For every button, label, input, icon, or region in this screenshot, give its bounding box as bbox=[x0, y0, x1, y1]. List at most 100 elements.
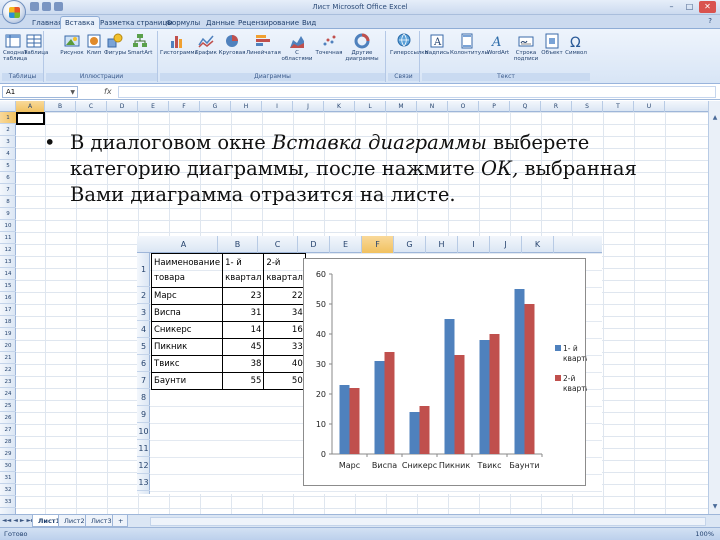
row-header-27[interactable]: 27 bbox=[0, 424, 16, 436]
column-header-d[interactable]: D bbox=[107, 101, 138, 112]
minimize-button[interactable]: – bbox=[663, 1, 680, 13]
column-header-f[interactable]: F bbox=[169, 101, 200, 112]
row-header-5[interactable]: 5 bbox=[0, 160, 16, 172]
row-header-21[interactable]: 21 bbox=[0, 352, 16, 364]
text-box-button[interactable]: A Надпись bbox=[424, 33, 450, 56]
table-button[interactable]: Таблица bbox=[24, 33, 48, 56]
name-box[interactable]: A1 ▼ bbox=[2, 86, 78, 98]
column-header-b[interactable]: B bbox=[45, 101, 76, 112]
shapes-button[interactable]: Фигуры bbox=[104, 33, 126, 56]
scatter-chart-button[interactable]: Точечная bbox=[314, 33, 344, 56]
column-header-l[interactable]: L bbox=[355, 101, 386, 112]
row-header-26[interactable]: 26 bbox=[0, 412, 16, 424]
column-header-m[interactable]: M bbox=[386, 101, 417, 112]
row-header-19[interactable]: 19 bbox=[0, 328, 16, 340]
row-header-28[interactable]: 28 bbox=[0, 436, 16, 448]
maximize-button[interactable]: □ bbox=[681, 1, 698, 13]
row-header-11[interactable]: 11 bbox=[0, 232, 16, 244]
column-header-a[interactable]: A bbox=[16, 101, 45, 112]
select-all-corner[interactable] bbox=[0, 101, 16, 112]
x-tick-label: Твикс bbox=[476, 461, 501, 470]
row-header-6[interactable]: 6 bbox=[0, 172, 16, 184]
help-icon[interactable]: ? bbox=[708, 17, 712, 25]
row-header-22[interactable]: 22 bbox=[0, 364, 16, 376]
bar-chart-button[interactable]: Линейчатая bbox=[246, 33, 281, 56]
office-button[interactable] bbox=[2, 0, 26, 24]
pie-chart-button[interactable]: Круговая bbox=[218, 33, 246, 56]
column-header-c[interactable]: C bbox=[76, 101, 107, 112]
signature-line-button[interactable]: Строка подписи bbox=[512, 33, 540, 62]
column-header-j[interactable]: J bbox=[293, 101, 324, 112]
row-header-20[interactable]: 20 bbox=[0, 340, 16, 352]
next-sheet-icon[interactable]: ► bbox=[20, 517, 25, 524]
close-button[interactable]: ✕ bbox=[699, 1, 716, 13]
active-cell[interactable] bbox=[16, 112, 45, 125]
row-header-12[interactable]: 12 bbox=[0, 244, 16, 256]
chevron-down-icon[interactable]: ▼ bbox=[70, 87, 75, 98]
tab-insert[interactable]: Вставка bbox=[60, 16, 100, 30]
header-footer-button[interactable]: Колонтитулы bbox=[450, 33, 489, 56]
hyperlink-button[interactable]: Гиперссылка bbox=[390, 33, 428, 56]
column-header-u[interactable]: U bbox=[634, 101, 665, 112]
column-header-q[interactable]: Q bbox=[510, 101, 541, 112]
line-chart-button[interactable]: График bbox=[194, 33, 218, 56]
zoom-level[interactable]: 100% bbox=[695, 530, 714, 538]
scroll-up-icon[interactable]: ▲ bbox=[710, 113, 720, 123]
column-header-p[interactable]: P bbox=[479, 101, 510, 112]
other-charts-button[interactable]: Другие диаграммы bbox=[344, 33, 380, 62]
row-header-30[interactable]: 30 bbox=[0, 460, 16, 472]
row-header-10[interactable]: 10 bbox=[0, 220, 16, 232]
column-header-o[interactable]: O bbox=[448, 101, 479, 112]
row-header-23[interactable]: 23 bbox=[0, 376, 16, 388]
column-header-k[interactable]: K bbox=[324, 101, 355, 112]
column-header-h[interactable]: H bbox=[231, 101, 262, 112]
insert-function-icon[interactable]: fx bbox=[104, 87, 112, 96]
wordart-button[interactable]: A WordArt bbox=[484, 33, 512, 56]
prev-sheet-icon[interactable]: ◄ bbox=[13, 517, 18, 524]
object-button[interactable]: Объект bbox=[540, 33, 564, 56]
row-header-32[interactable]: 32 bbox=[0, 484, 16, 496]
formula-input[interactable] bbox=[118, 86, 716, 98]
row-header-16[interactable]: 16 bbox=[0, 292, 16, 304]
row-header-13[interactable]: 13 bbox=[0, 256, 16, 268]
row-header-15[interactable]: 15 bbox=[0, 280, 16, 292]
row-header-4[interactable]: 4 bbox=[0, 148, 16, 160]
scroll-down-icon[interactable]: ▼ bbox=[710, 502, 720, 512]
column-header-e[interactable]: E bbox=[138, 101, 169, 112]
row-header-33[interactable]: 33 bbox=[0, 496, 16, 508]
pivot-table-button[interactable]: Сводная таблица bbox=[3, 33, 28, 62]
row-header-24[interactable]: 24 bbox=[0, 388, 16, 400]
column-header-s[interactable]: S bbox=[572, 101, 603, 112]
clip-button[interactable]: Клип bbox=[84, 33, 104, 56]
vertical-scrollbar[interactable]: ▲ ▼ bbox=[708, 101, 720, 514]
row-header-25[interactable]: 25 bbox=[0, 400, 16, 412]
insert-sheet-icon[interactable]: + bbox=[112, 515, 128, 527]
column-header-r[interactable]: R bbox=[541, 101, 572, 112]
row-header-2[interactable]: 2 bbox=[0, 124, 16, 136]
column-header-g[interactable]: G bbox=[200, 101, 231, 112]
row-header-29[interactable]: 29 bbox=[0, 448, 16, 460]
picture-button[interactable]: Рисунок bbox=[60, 33, 84, 56]
row-header-3[interactable]: 3 bbox=[0, 136, 16, 148]
row-header-18[interactable]: 18 bbox=[0, 316, 16, 328]
area-chart-button[interactable]: С областями bbox=[280, 33, 314, 62]
tab-view[interactable]: Вид bbox=[298, 17, 320, 29]
row-header-7[interactable]: 7 bbox=[0, 184, 16, 196]
column-header-t[interactable]: T bbox=[603, 101, 634, 112]
row-header-1[interactable]: 1 bbox=[0, 112, 16, 124]
row-header-17[interactable]: 17 bbox=[0, 304, 16, 316]
column-header-i[interactable]: I bbox=[262, 101, 293, 112]
embedded-row-header-7: 7 bbox=[137, 372, 150, 389]
column-header-n[interactable]: N bbox=[417, 101, 448, 112]
symbol-button[interactable]: Ω Символ bbox=[564, 33, 588, 56]
smartart-button[interactable]: SmartArt bbox=[126, 33, 154, 56]
row-header-31[interactable]: 31 bbox=[0, 472, 16, 484]
histogram-button[interactable]: Гистограмма bbox=[160, 33, 198, 56]
row-header-8[interactable]: 8 bbox=[0, 196, 16, 208]
first-sheet-icon[interactable]: ◄◄ bbox=[2, 517, 11, 524]
row-header-9[interactable]: 9 bbox=[0, 208, 16, 220]
tab-formulas[interactable]: Формулы bbox=[162, 17, 204, 29]
row-header-14[interactable]: 14 bbox=[0, 268, 16, 280]
horizontal-scrollbar[interactable] bbox=[150, 517, 706, 526]
tab-review[interactable]: Рецензирование bbox=[234, 17, 303, 29]
